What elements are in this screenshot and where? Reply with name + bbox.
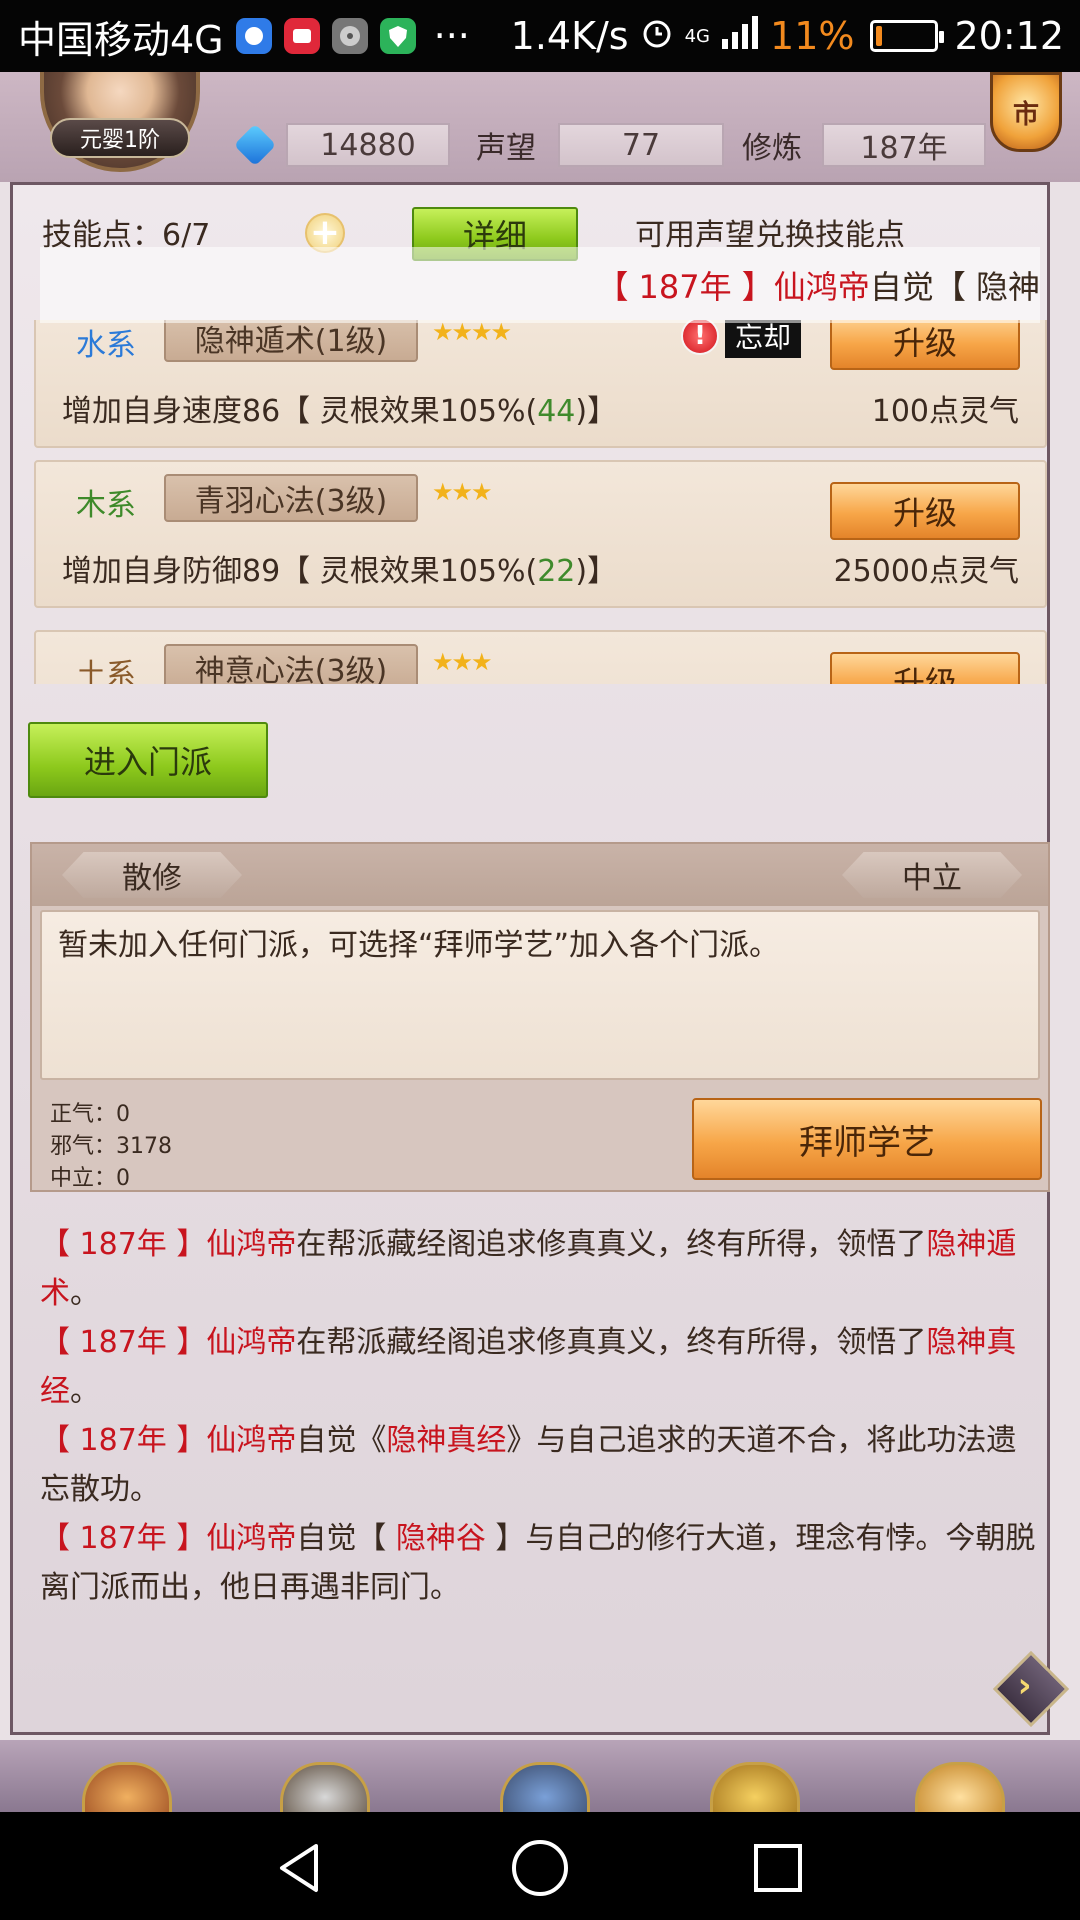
sect-panel: 散修 中立 暂未加入任何门派，可选择“拜师学艺”加入各个门派。 正气：0 邪气：…	[30, 842, 1050, 1192]
skill-list: 水系 隐神遁术(1级) ★★★★ ! 忘却 升级 增加自身速度86【 灵根效果1…	[30, 320, 1050, 684]
skill-element: 土系	[76, 658, 136, 684]
skill-card: 木系 青羽心法(3级) ★★★ 升级 增加自身防御89【 灵根效果105%(22…	[34, 460, 1047, 608]
shield-icon	[379, 18, 416, 54]
skill-card: 水系 隐神遁术(1级) ★★★★ ! 忘却 升级 增加自身速度86【 灵根效果1…	[34, 320, 1047, 448]
skill-card: 土系 神意心法(3级) ★★★ 升级	[34, 630, 1047, 684]
gems-value: 14880	[286, 123, 450, 167]
righteous-value: 正气：0	[50, 1102, 130, 1127]
treasure-icon[interactable]	[710, 1762, 800, 1812]
disk-icon	[331, 18, 368, 54]
network-type: 4G	[684, 25, 711, 47]
upgrade-button[interactable]: 升级	[830, 482, 1020, 540]
system-nav-bar	[0, 1812, 1080, 1920]
skill-name: 青羽心法(3级)	[164, 474, 418, 522]
net-speed: 1.4K/s	[510, 14, 629, 58]
evil-value: 邪气：3178	[50, 1134, 172, 1159]
status-bar: 中国移动4G ··· 1.4K/s 4G 11% 20:12	[0, 0, 1080, 72]
carrier-label: 中国移动4G	[18, 17, 224, 62]
skill-effect: 增加自身防御89【 灵根效果105%(22)】	[62, 554, 618, 589]
chevron-right-icon: ›	[1017, 1665, 1032, 1706]
skill-stars: ★★★★	[432, 320, 512, 346]
skill-cost: 25000点灵气	[833, 554, 1019, 589]
cultivation-value: 187年	[822, 123, 986, 167]
rank-badge: 元婴1阶	[50, 118, 190, 158]
qq-icon	[235, 18, 272, 54]
log-entry: 【 187年 】仙鸿帝自觉《隐神真经》与自己追求的天道不合，将此功法遗忘散功。	[40, 1423, 1017, 1507]
event-toast: 【 187年 】仙鸿帝 自觉【 隐神	[40, 247, 1040, 323]
skill-name: 神意心法(3级)	[164, 644, 418, 684]
log-entry: 【 187年 】仙鸿帝自觉【 隐神谷 】与自己的修行大道，理念有悖。今朝脱离门派…	[40, 1521, 1036, 1605]
forget-button[interactable]: ! 忘却	[681, 320, 802, 358]
weapon-icon[interactable]	[280, 1762, 370, 1812]
battery-icon	[870, 20, 945, 52]
sect-status-tag: 散修	[62, 852, 242, 898]
log-entry: 【 187年 】仙鸿帝在帮派藏经阁追求修真真义，终有所得，领悟了隐神真经。	[40, 1325, 1017, 1409]
back-icon[interactable]	[272, 1840, 328, 1896]
event-log: 【 187年 】仙鸿帝在帮派藏经阁追求修真真义，终有所得，领悟了隐神遁术。 【 …	[40, 1220, 1040, 1612]
wallet-icon	[283, 18, 320, 54]
sect-description: 暂未加入任何门派，可选择“拜师学艺”加入各个门派。	[40, 910, 1040, 1080]
join-sect-button[interactable]: 进入门派	[28, 722, 268, 798]
bottom-nav	[0, 1740, 1080, 1812]
upgrade-button[interactable]: 升级	[830, 652, 1020, 684]
recents-icon[interactable]	[752, 1842, 804, 1894]
signal-icon	[720, 14, 760, 58]
market-lantern-button[interactable]: 市	[990, 72, 1062, 152]
log-entry: 【 187年 】仙鸿帝在帮派藏经阁追求修真真义，终有所得，领悟了隐神遁术。	[40, 1227, 1017, 1311]
alignment-tag: 中立	[842, 852, 1022, 898]
cultivation-label: 修炼	[742, 131, 802, 166]
skill-stars: ★★★	[432, 648, 493, 676]
forget-label: 忘却	[725, 320, 802, 358]
skill-cost: 100点灵气	[871, 394, 1019, 429]
neutral-value: 中立：0	[50, 1166, 130, 1191]
skill-element: 水系	[76, 328, 136, 363]
upgrade-button[interactable]: 升级	[830, 320, 1020, 370]
hero-icon[interactable]	[82, 1762, 172, 1812]
clock: 20:12	[954, 14, 1064, 58]
book-icon[interactable]	[500, 1762, 590, 1812]
home-icon[interactable]	[510, 1838, 570, 1898]
apprentice-button[interactable]: 拜师学艺	[692, 1098, 1042, 1180]
skill-name: 隐神遁术(1级)	[164, 320, 418, 362]
more-icon: ···	[433, 14, 470, 58]
reputation-value: 77	[558, 123, 724, 167]
warning-icon: !	[681, 320, 719, 355]
battery-percent: 11%	[770, 14, 855, 58]
skill-effect: 增加自身速度86【 灵根效果105%(44)】	[62, 394, 618, 429]
skill-stars: ★★★	[432, 478, 493, 506]
pill-icon[interactable]	[915, 1762, 1005, 1812]
skill-element: 木系	[76, 488, 136, 523]
alarm-icon	[639, 14, 675, 59]
reputation-label: 声望	[476, 131, 536, 166]
